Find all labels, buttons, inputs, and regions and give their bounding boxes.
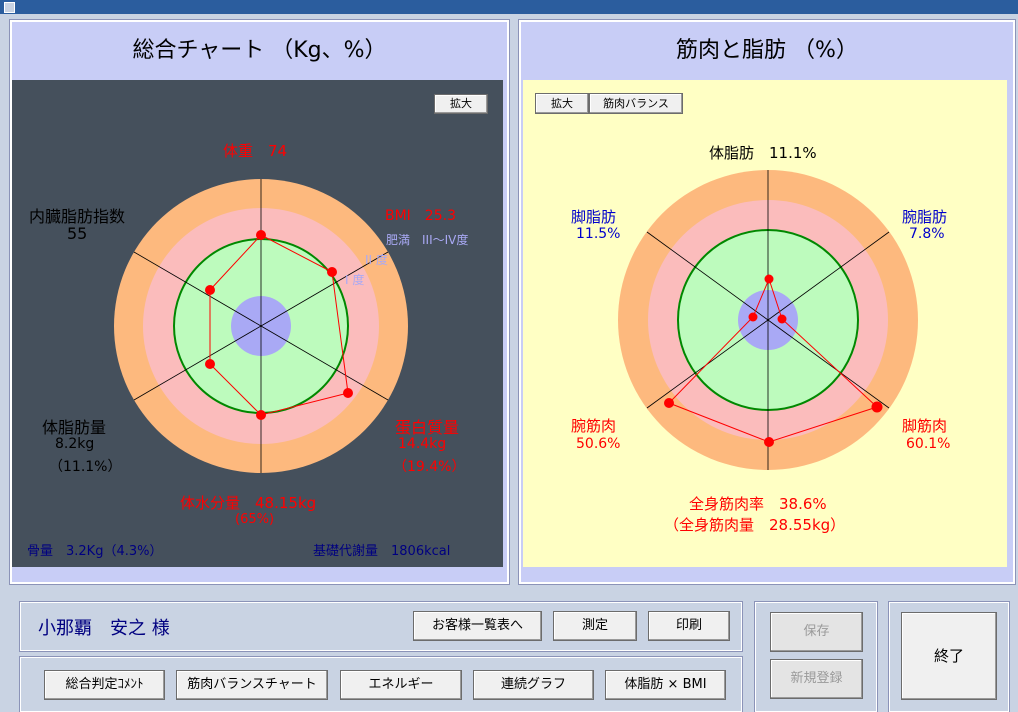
bmi-label: BMI 25.3 [385,208,456,224]
total-muscle-rate: 全身筋肉率 38.6% [689,495,827,513]
bmr-label: 基礎代謝量 1806kcal [313,544,451,559]
obesity-label: 肥満 III～IV度 [386,233,469,247]
point-bmi [327,267,337,277]
app-icon [4,2,15,13]
muscle-balance-chart-button[interactable]: 筋肉バランスチャート [176,670,328,700]
point-weight [256,230,266,240]
bone-label: 骨量 3.2Kg（4.3%） [27,544,163,559]
leg-fat-value: 11.5% [576,226,621,242]
point-leg-muscle [871,401,883,413]
print-button[interactable]: 印刷 [648,611,730,641]
visceral-fat-value: 55 [67,224,88,243]
arm-muscle-value: 50.6% [576,436,621,452]
energy-button[interactable]: エネルギー [340,670,462,700]
general-comment-button[interactable]: 総合判定ｺﾒﾝﾄ [44,670,165,700]
arm-fat-value: 7.8% [909,226,945,242]
muscle-balance-button[interactable]: 筋肉バランス [589,93,683,114]
general-chart-area: 拡大 体重 74 BMI 25.3 肥満 III～IV度 II 度 I 度 内臓… [12,80,503,567]
muscle-fat-chart-area: 拡大 筋肉バランス 体脂肪 11.1% 脚脂肪 11.5% 腕脂肪 7.8% 腕… [523,80,1007,567]
body-fat-kg: 8.2kg [55,436,95,452]
point-arm-muscle [664,398,674,408]
arm-fat-label: 腕脂肪 [902,208,948,226]
window-titlebar [0,0,1018,14]
water-label: 体水分量 48.15kg [180,494,317,512]
right-zoom-button[interactable]: 拡大 [535,93,589,114]
exit-button[interactable]: 終了 [901,612,997,700]
obesity-i-label: I 度 [345,273,365,287]
point-water [256,410,266,420]
right-panel-title: 筋肉と脂肪 （%） [676,38,858,63]
body-fat-pct: （11.1%） [49,459,122,475]
body-fat-label: 体脂肪量 [42,418,107,437]
fat-bmi-button[interactable]: 体脂肪 × BMI [605,670,726,700]
customer-name: 小那覇 安之 様 [38,618,170,639]
protein-label: 蛋白質量 [395,418,460,437]
point-body-fat [764,274,774,284]
continuous-graph-button[interactable]: 連続グラフ [473,670,594,700]
left-panel-title: 総合チャート （Kg、%） [132,38,387,63]
point-bodyfat [205,359,215,369]
protein-pct: （19.4%） [393,459,466,475]
weight-label: 体重 74 [223,142,288,160]
body-fat-pct-label: 体脂肪 11.1% [709,144,817,162]
total-muscle-mass: （全身筋肉量 28.55kg） [664,516,846,534]
save-button[interactable]: 保存 [770,612,863,652]
point-total-muscle [764,437,774,447]
arm-muscle-label: 腕筋肉 [571,417,617,435]
point-leg-fat [748,312,758,322]
leg-fat-label: 脚脂肪 [571,208,617,226]
customer-list-button[interactable]: お客様一覧表へ [413,611,542,641]
point-arm-fat [777,314,787,324]
new-register-button[interactable]: 新規登録 [770,659,863,699]
water-pct: (65%) [235,512,275,527]
obesity-ii-label: II 度 [365,253,388,267]
measure-button[interactable]: 測定 [553,611,637,641]
left-zoom-button[interactable]: 拡大 [434,94,488,114]
leg-muscle-value: 60.1% [906,436,951,452]
protein-kg: 14.4kg [398,436,447,452]
leg-muscle-label: 脚筋肉 [902,417,948,435]
point-protein [343,388,353,398]
point-visceral [205,285,215,295]
